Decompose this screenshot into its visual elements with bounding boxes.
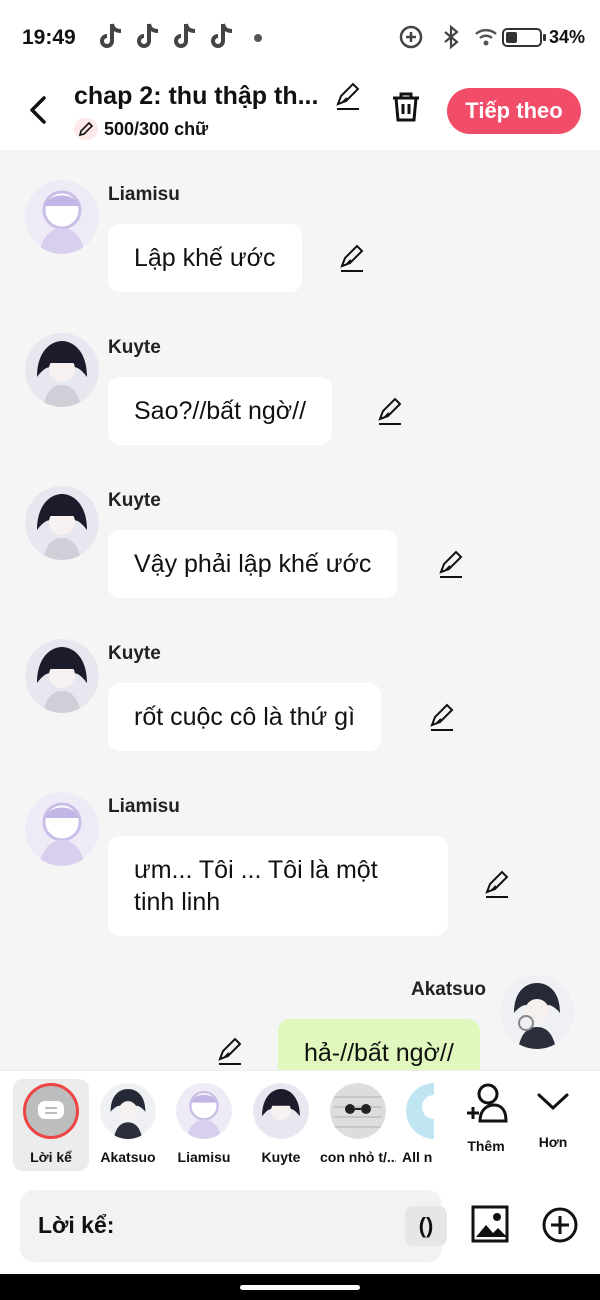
- tiktok-icon: [211, 23, 233, 48]
- avatar[interactable]: [500, 975, 574, 1049]
- add-character-label: Thêm: [467, 1138, 505, 1154]
- home-indicator[interactable]: [240, 1285, 360, 1290]
- image-icon[interactable]: [470, 1204, 510, 1244]
- avatar: [176, 1083, 232, 1139]
- collapse-button[interactable]: Hơn: [523, 1081, 583, 1150]
- composer: Lời kể: (): [0, 1178, 600, 1274]
- wifi-icon: [475, 29, 497, 46]
- character-label: Lời kể: [30, 1149, 72, 1165]
- character-label: con nhỏ t/...: [320, 1149, 396, 1165]
- chapter-title[interactable]: chap 2: thu thập th...: [74, 82, 324, 111]
- edit-message-icon[interactable]: [436, 550, 466, 580]
- character-liamisu[interactable]: Liamisu: [166, 1079, 242, 1165]
- battery-percent: 34%: [549, 27, 586, 47]
- character-all[interactable]: All n: [396, 1079, 434, 1165]
- sender-name: Kuyte: [108, 643, 161, 664]
- edit-message-icon[interactable]: [482, 870, 512, 900]
- next-button[interactable]: Tiếp theo: [447, 88, 581, 134]
- avatar: [406, 1083, 434, 1139]
- message-bubble[interactable]: ưm... Tôi ... Tôi là một tinh linh: [108, 836, 448, 936]
- edit-message-icon[interactable]: [215, 1037, 245, 1067]
- pencil-icon: [74, 118, 98, 140]
- add-circle-icon[interactable]: [541, 1206, 579, 1244]
- edit-title-icon[interactable]: [333, 82, 363, 112]
- character-narrator[interactable]: Lời kể: [13, 1079, 89, 1171]
- message-bubble[interactable]: Lập khế ước: [108, 224, 302, 292]
- tiktok-icon: [137, 23, 159, 48]
- edit-message-icon[interactable]: [375, 397, 405, 427]
- narration-label: Lời kể:: [38, 1212, 115, 1238]
- avatar: [100, 1083, 156, 1139]
- avatar[interactable]: [25, 639, 99, 713]
- chevron-down-icon: [537, 1093, 569, 1111]
- add-person-icon: [467, 1083, 508, 1123]
- narration-input-box[interactable]: Lời kể: (): [20, 1190, 447, 1262]
- editor-header: chap 2: thu thập th... 500/300 chữ Tiếp …: [0, 74, 600, 150]
- back-arrow-icon[interactable]: [24, 90, 54, 130]
- sender-name: Akatsuo: [411, 979, 486, 1000]
- status-time: 19:49: [22, 26, 76, 49]
- avatar[interactable]: [25, 792, 99, 866]
- avatar[interactable]: [25, 486, 99, 560]
- sender-name: Liamisu: [108, 796, 180, 817]
- trash-icon[interactable]: [390, 90, 422, 124]
- character-label: All n: [402, 1149, 433, 1165]
- character-akatsuo[interactable]: Akatsuo: [90, 1079, 166, 1165]
- chat-area[interactable]: Liamisu Lập khế ước Kuyte Sao?//bất ngờ/…: [0, 150, 600, 1070]
- status-bar: 19:49 34%: [0, 0, 600, 74]
- message-bubble[interactable]: rốt cuộc cô là thứ gì: [108, 683, 382, 751]
- edit-message-icon[interactable]: [337, 244, 367, 274]
- avatar: [253, 1083, 309, 1139]
- character-label: Liamisu: [177, 1149, 231, 1165]
- collapse-label: Hơn: [538, 1134, 568, 1150]
- word-count-text: 500/300 chữ: [104, 118, 209, 139]
- character-kuyte[interactable]: Kuyte: [243, 1079, 319, 1165]
- edit-message-icon[interactable]: [427, 703, 457, 733]
- character-label: Kuyte: [261, 1149, 301, 1165]
- tiktok-icon: [174, 23, 196, 48]
- add-character-button[interactable]: Thêm: [456, 1081, 516, 1154]
- avatar: [330, 1083, 386, 1139]
- narration-input[interactable]: [130, 1208, 390, 1244]
- narrator-icon: [23, 1083, 79, 1139]
- message-bubble[interactable]: Sao?//bất ngờ//: [108, 377, 333, 445]
- avatar[interactable]: [25, 180, 99, 254]
- system-navigation-bar: [0, 1274, 600, 1300]
- message-bubble[interactable]: hả-//bất ngờ//: [278, 1019, 480, 1070]
- message-bubble[interactable]: Vậy phải lập khế ước: [108, 530, 398, 598]
- parentheses-button[interactable]: (): [405, 1206, 447, 1246]
- data-saver-icon: [399, 25, 423, 49]
- notification-dot: [254, 34, 262, 42]
- sender-name: Kuyte: [108, 490, 161, 511]
- tiktok-icon: [100, 23, 122, 48]
- bluetooth-icon: [444, 24, 459, 50]
- character-con-nho[interactable]: con nhỏ t/...: [320, 1079, 396, 1165]
- word-count: 500/300 chữ: [74, 118, 208, 140]
- battery-icon: [502, 28, 546, 47]
- sender-name: Liamisu: [108, 184, 180, 205]
- character-selector: Lời kể Akatsuo Liamisu Kuyte con nhỏ t/.…: [0, 1070, 600, 1178]
- avatar[interactable]: [25, 333, 99, 407]
- character-label: Akatsuo: [100, 1149, 156, 1165]
- sender-name: Kuyte: [108, 337, 161, 358]
